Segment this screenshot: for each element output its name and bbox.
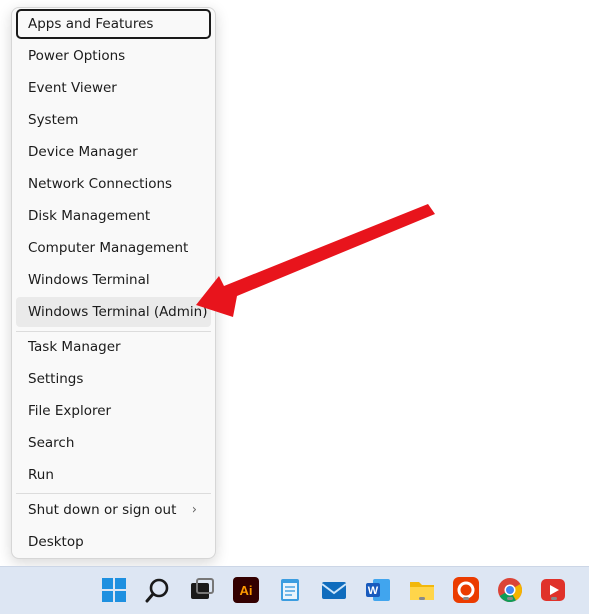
mail-icon[interactable] — [321, 577, 347, 603]
running-indicator — [507, 597, 513, 600]
taskbar: Ai W — [0, 566, 589, 614]
running-indicator — [463, 597, 469, 600]
office-icon[interactable] — [453, 577, 479, 603]
word-icon[interactable]: W — [365, 577, 391, 603]
file-explorer-icon[interactable] — [409, 577, 435, 603]
running-indicator — [419, 597, 425, 600]
adobe-illustrator-icon[interactable]: Ai — [233, 577, 259, 603]
start-icon[interactable] — [101, 577, 127, 603]
svg-text:Ai: Ai — [240, 583, 253, 598]
media-player-icon[interactable] — [541, 577, 567, 603]
red-arrow-icon — [196, 204, 435, 317]
task-view-icon[interactable] — [189, 577, 215, 603]
svg-text:W: W — [368, 585, 379, 597]
chrome-icon[interactable] — [497, 577, 523, 603]
annotation-arrow — [196, 204, 435, 317]
notepad-icon[interactable] — [277, 577, 303, 603]
running-indicator — [551, 597, 557, 600]
search-icon[interactable] — [145, 577, 171, 603]
